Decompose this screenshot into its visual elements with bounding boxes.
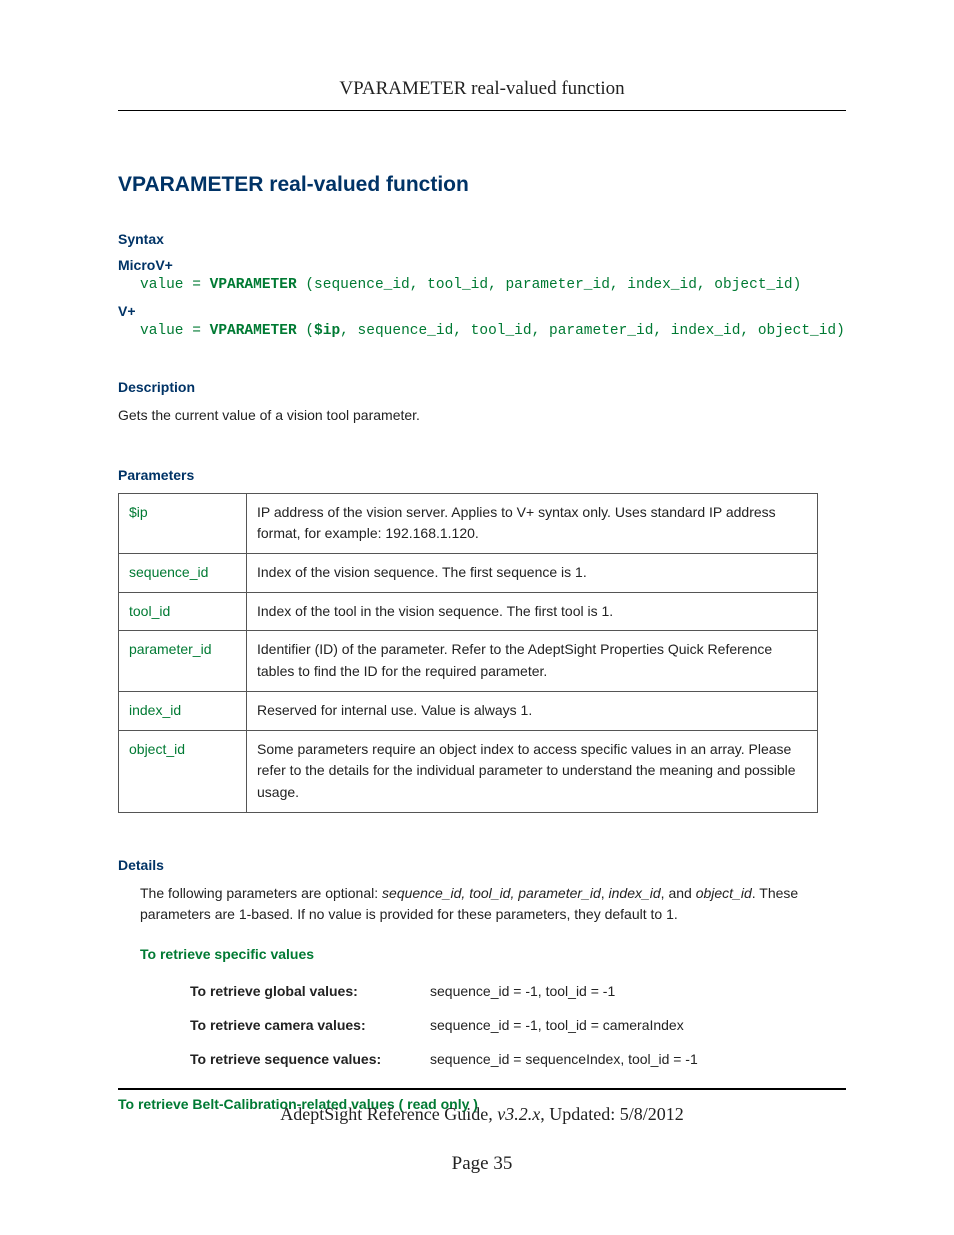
parameters-heading: Parameters (118, 467, 846, 483)
code-text: (sequence_id, tool_id, parameter_id, ind… (297, 277, 802, 293)
code-text: value = (140, 277, 210, 293)
text: The following parameters are optional: (140, 885, 382, 901)
table-row: parameter_id Identifier (ID) of the para… (119, 631, 818, 691)
code-text: , sequence_id, tool_id, parameter_id, in… (340, 323, 845, 339)
table-row: object_id Some parameters require an obj… (119, 730, 818, 812)
retrieve-label: To retrieve sequence values: (190, 1042, 430, 1076)
table-row: sequence_id Index of the vision sequence… (119, 554, 818, 593)
retrieve-label: To retrieve camera values: (190, 1008, 430, 1042)
code-text: value = (140, 323, 210, 339)
text: , and (661, 885, 696, 901)
vplus-label: V+ (118, 303, 846, 319)
specific-values-heading: To retrieve specific values (140, 946, 846, 962)
text-italic: object_id (696, 885, 752, 901)
text: , (601, 885, 609, 901)
guide-version: , v3.2.x (488, 1104, 540, 1124)
header-divider (118, 110, 846, 111)
param-name: tool_id (119, 592, 247, 631)
retrieve-value: sequence_id = -1, tool_id = -1 (430, 974, 698, 1008)
page-number: Page 35 (118, 1153, 846, 1175)
footer-divider (118, 1088, 846, 1090)
details-heading: Details (118, 857, 846, 873)
text-italic: sequence_id, tool_id, parameter_id (382, 885, 601, 901)
param-desc: Identifier (ID) of the parameter. Refer … (247, 631, 818, 691)
retrieve-value: sequence_id = sequenceIndex, tool_id = -… (430, 1042, 698, 1076)
param-desc: IP address of the vision server. Applies… (247, 493, 818, 553)
param-name: parameter_id (119, 631, 247, 691)
retrieve-table: To retrieve global values: sequence_id =… (190, 974, 698, 1076)
param-name: $ip (119, 493, 247, 553)
code-keyword: $ip (314, 323, 340, 339)
description-heading: Description (118, 379, 846, 395)
code-keyword: VPARAMETER (210, 323, 297, 339)
footer-text: AdeptSight Reference Guide, v3.2.x, Upda… (118, 1104, 846, 1125)
code-keyword: VPARAMETER (210, 277, 297, 293)
vplus-syntax: value = VPARAMETER ($ip, sequence_id, to… (140, 323, 846, 339)
table-row: To retrieve camera values: sequence_id =… (190, 1008, 698, 1042)
syntax-heading: Syntax (118, 231, 846, 247)
details-paragraph: The following parameters are optional: s… (140, 883, 846, 926)
retrieve-value: sequence_id = -1, tool_id = cameraIndex (430, 1008, 698, 1042)
parameters-table: $ip IP address of the vision server. App… (118, 493, 818, 813)
guide-updated: , Updated: 5/8/2012 (540, 1104, 683, 1124)
param-desc: Reserved for internal use. Value is alwa… (247, 691, 818, 730)
table-row: $ip IP address of the vision server. App… (119, 493, 818, 553)
table-row: To retrieve sequence values: sequence_id… (190, 1042, 698, 1076)
page-title: VPARAMETER real-valued function (118, 173, 846, 197)
param-name: object_id (119, 730, 247, 812)
code-text: ( (297, 323, 314, 339)
table-row: tool_id Index of the tool in the vision … (119, 592, 818, 631)
table-row: index_id Reserved for internal use. Valu… (119, 691, 818, 730)
microv-label: MicroV+ (118, 257, 846, 273)
param-name: sequence_id (119, 554, 247, 593)
param-desc: Index of the tool in the vision sequence… (247, 592, 818, 631)
microv-syntax: value = VPARAMETER (sequence_id, tool_id… (140, 277, 846, 293)
running-header: VPARAMETER real-valued function (118, 78, 846, 100)
param-desc: Some parameters require an object index … (247, 730, 818, 812)
table-row: To retrieve global values: sequence_id =… (190, 974, 698, 1008)
guide-name: AdeptSight Reference Guide (280, 1104, 488, 1124)
description-text: Gets the current value of a vision tool … (118, 405, 846, 427)
text-italic: index_id (609, 885, 661, 901)
param-desc: Index of the vision sequence. The first … (247, 554, 818, 593)
param-name: index_id (119, 691, 247, 730)
retrieve-label: To retrieve global values: (190, 974, 430, 1008)
